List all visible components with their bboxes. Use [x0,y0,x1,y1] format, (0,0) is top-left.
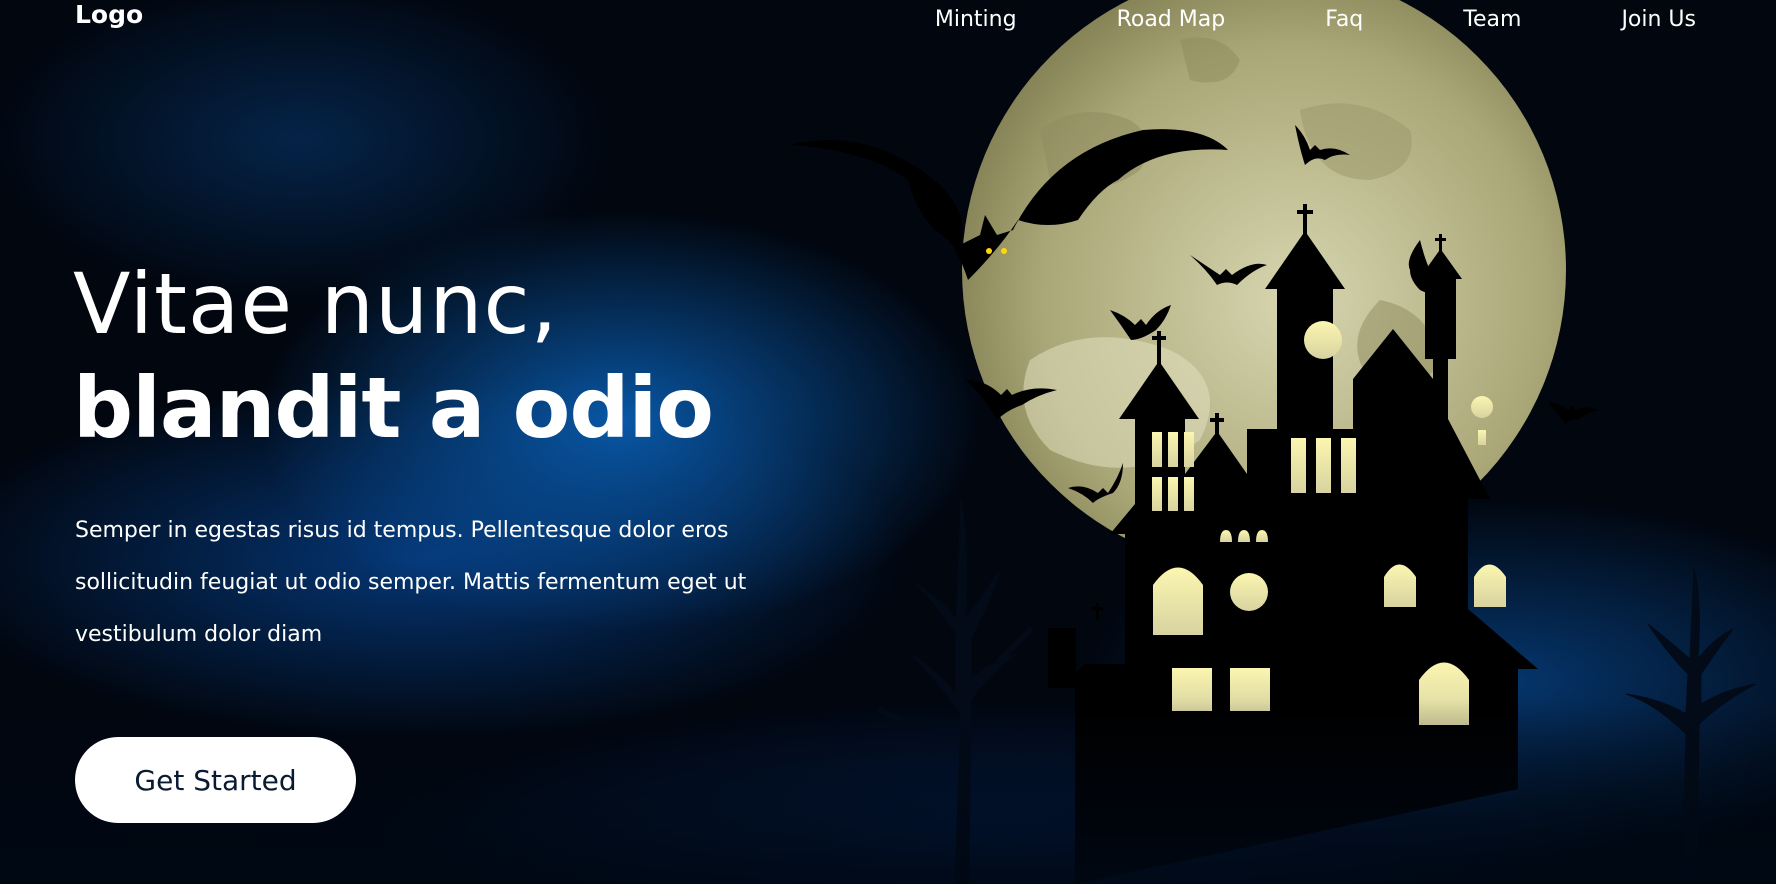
landing-page: Logo Minting Road Map Faq Team Join Us V… [0,0,1776,884]
hero-title-line1: Vitae nunc, [73,255,559,353]
hero-description: Semper in egestas risus id tempus. Pelle… [75,518,747,647]
nav-link-road-map[interactable]: Road Map [1117,4,1226,36]
get-started-button[interactable]: Get Started [75,737,356,823]
site-logo[interactable]: Logo [75,0,143,30]
main-nav: Minting Road Map Faq Team Join Us [835,4,1696,36]
nav-link-faq[interactable]: Faq [1325,4,1363,36]
nav-link-team[interactable]: Team [1463,4,1521,36]
hero-title: Vitae nunc, blandit a odio [73,252,714,460]
nav-link-join-us[interactable]: Join Us [1621,4,1696,36]
nav-link-minting[interactable]: Minting [935,4,1017,36]
hero-title-line2: blandit a odio [73,359,714,457]
